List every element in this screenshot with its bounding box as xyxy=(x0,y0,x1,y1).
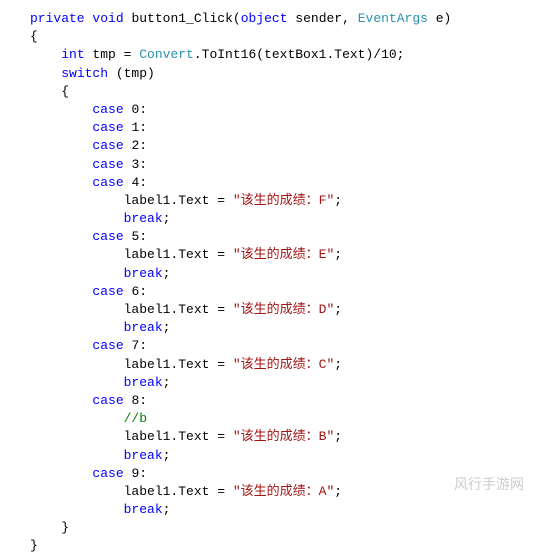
code-line-assign-d: label1.Text = "该生的成绩：D"; xyxy=(30,301,534,319)
code-line-assign-e: label1.Text = "该生的成绩：E"; xyxy=(30,246,534,264)
code-line-brace: { xyxy=(30,28,534,46)
code-line-break: break; xyxy=(30,374,534,392)
code-line-brace: { xyxy=(30,83,534,101)
code-line-break: break; xyxy=(30,501,534,519)
code-line-case3: case 3: xyxy=(30,156,534,174)
code-line-assign-c: label1.Text = "该生的成绩：C"; xyxy=(30,356,534,374)
code-line-case1: case 1: xyxy=(30,119,534,137)
code-line-brace-close: } xyxy=(30,537,534,555)
code-line-comment: //b xyxy=(30,410,534,428)
code-line-case8: case 8: xyxy=(30,392,534,410)
code-line-break: break; xyxy=(30,319,534,337)
code-line-assign-b: label1.Text = "该生的成绩：B"; xyxy=(30,428,534,446)
code-line-assign-f: label1.Text = "该生的成绩：F"; xyxy=(30,192,534,210)
code-line-case4: case 4: xyxy=(30,174,534,192)
code-line-case0: case 0: xyxy=(30,101,534,119)
code-line-case7: case 7: xyxy=(30,337,534,355)
code-line-break: break; xyxy=(30,210,534,228)
code-line-switch: switch (tmp) xyxy=(30,65,534,83)
watermark-text: 风行手游网 xyxy=(454,475,524,495)
code-line-case6: case 6: xyxy=(30,283,534,301)
code-line-signature: private void button1_Click(object sender… xyxy=(30,10,534,28)
code-line-break: break; xyxy=(30,265,534,283)
code-line-break: break; xyxy=(30,447,534,465)
code-line-brace-close: } xyxy=(30,519,534,537)
code-line-case2: case 2: xyxy=(30,137,534,155)
code-line-case5: case 5: xyxy=(30,228,534,246)
code-line-declare: int tmp = Convert.ToInt16(textBox1.Text)… xyxy=(30,46,534,64)
